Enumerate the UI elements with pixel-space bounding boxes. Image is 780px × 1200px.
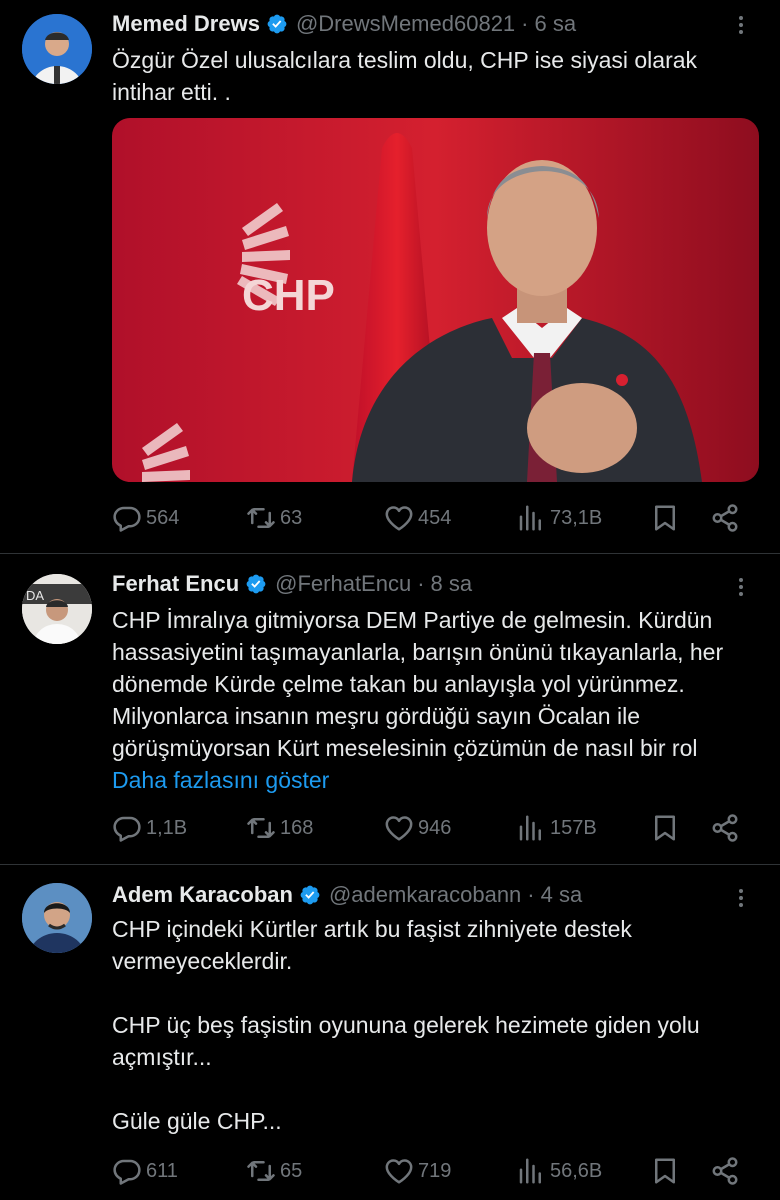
bookmark-icon <box>650 1156 680 1186</box>
repost-count: 63 <box>280 506 303 529</box>
photo-politician-speaking: CHP <box>112 118 759 482</box>
verified-badge-icon <box>245 573 267 595</box>
share-icon <box>710 1156 740 1186</box>
reply-button[interactable]: 564 <box>112 500 179 536</box>
tweet-actions: 1,1B 168 946 157B <box>112 810 752 846</box>
reply-count: 1,1B <box>146 816 188 839</box>
show-more-link[interactable]: Daha fazlasını göster <box>112 764 758 796</box>
timestamp[interactable]: 6 sa <box>535 11 577 37</box>
avatar[interactable]: DA <box>22 574 92 644</box>
tweet-3[interactable]: Adem Karacoban @ademkaracobann · 4 sa CH… <box>0 865 780 1200</box>
verified-badge-icon <box>299 884 321 906</box>
bookmark-icon <box>650 813 680 843</box>
separator-dot: · <box>527 882 535 907</box>
views-icon <box>516 1156 546 1186</box>
views-count: 157B <box>550 816 597 839</box>
tweet-paragraph-1: CHP içindeki Kürtler artık bu faşist zih… <box>112 916 632 974</box>
views-count: 56,6B <box>550 1159 603 1182</box>
like-icon <box>384 1156 414 1186</box>
timestamp[interactable]: 8 sa <box>431 571 473 597</box>
tweet-text-content: Özgür Özel ulusalcılara teslim oldu, CHP… <box>112 47 698 105</box>
tweet-text: CHP içindeki Kürtler artık bu faşist zih… <box>112 913 758 1137</box>
views-icon <box>516 813 546 843</box>
separator-dot: · <box>417 571 425 596</box>
avatar-backdrop-text: DA <box>26 588 44 603</box>
share-button[interactable] <box>710 1153 744 1189</box>
more-options-button[interactable] <box>728 574 754 600</box>
more-icon <box>729 13 753 37</box>
bookmark-button[interactable] <box>650 500 684 536</box>
like-button[interactable]: 719 <box>384 1153 451 1189</box>
avatar[interactable] <box>22 14 92 84</box>
views-button[interactable]: 157B <box>516 810 597 846</box>
bookmark-button[interactable] <box>650 1153 684 1189</box>
reply-icon <box>112 1156 142 1186</box>
author-handle[interactable]: @ademkaracobann <box>329 882 521 908</box>
tweet-header: Ferhat Encu @FerhatEncu · 8 sa <box>112 566 720 602</box>
views-button[interactable]: 56,6B <box>516 1153 602 1189</box>
separator-dot: · <box>521 11 529 36</box>
views-icon <box>516 503 546 533</box>
like-count: 454 <box>418 506 452 529</box>
repost-button[interactable]: 65 <box>246 1153 302 1189</box>
tweet-2[interactable]: DA Ferhat Encu @FerhatEncu · 8 sa CHP İm… <box>0 554 780 864</box>
share-icon <box>710 813 740 843</box>
author-name[interactable]: Memed Drews <box>112 11 260 37</box>
tweet-header: Memed Drews @DrewsMemed60821 · 6 sa <box>112 6 720 42</box>
bookmark-button[interactable] <box>650 810 684 846</box>
tweet-actions: 611 65 719 56,6B <box>112 1153 752 1189</box>
share-button[interactable] <box>710 500 744 536</box>
avatar-image: DA <box>22 574 92 644</box>
repost-count: 168 <box>280 816 314 839</box>
reply-count: 564 <box>146 506 180 529</box>
tweet-actions: 564 63 454 73,1B <box>112 500 752 536</box>
avatar[interactable] <box>22 883 92 953</box>
reply-count: 611 <box>146 1159 178 1182</box>
bookmark-icon <box>650 503 680 533</box>
like-icon <box>384 503 414 533</box>
more-icon <box>729 886 753 910</box>
tweet-text-content: CHP İmralıya gitmiyorsa DEM Partiye de g… <box>112 607 724 761</box>
media-chp-logo: CHP <box>242 271 335 320</box>
reply-icon <box>112 503 142 533</box>
timestamp[interactable]: 4 sa <box>541 882 583 908</box>
reply-button[interactable]: 1,1B <box>112 810 187 846</box>
repost-count: 65 <box>280 1159 303 1182</box>
like-count: 946 <box>418 816 452 839</box>
tweet-media-image[interactable]: CHP <box>112 118 759 482</box>
tweet-1[interactable]: Memed Drews @DrewsMemed60821 · 6 sa Özgü… <box>0 0 780 552</box>
like-icon <box>384 813 414 843</box>
tweet-text: Özgür Özel ulusalcılara teslim oldu, CHP… <box>112 44 758 108</box>
tweet-paragraph-2: CHP üç beş faşistin oyununa gelerek hezi… <box>112 1012 700 1070</box>
more-icon <box>729 575 753 599</box>
views-button[interactable]: 73,1B <box>516 500 602 536</box>
reply-icon <box>112 813 142 843</box>
like-button[interactable]: 946 <box>384 810 451 846</box>
more-options-button[interactable] <box>728 885 754 911</box>
tweet-header: Adem Karacoban @ademkaracobann · 4 sa <box>112 877 720 913</box>
verified-badge-icon <box>266 13 288 35</box>
repost-button[interactable]: 168 <box>246 810 313 846</box>
avatar-image <box>22 14 92 84</box>
share-button[interactable] <box>710 810 744 846</box>
repost-icon <box>246 813 276 843</box>
repost-button[interactable]: 63 <box>246 500 302 536</box>
more-options-button[interactable] <box>728 12 754 38</box>
views-count: 73,1B <box>550 506 603 529</box>
author-name[interactable]: Adem Karacoban <box>112 882 293 908</box>
like-button[interactable]: 454 <box>384 500 451 536</box>
repost-icon <box>246 1156 276 1186</box>
share-icon <box>710 503 740 533</box>
repost-icon <box>246 503 276 533</box>
reply-button[interactable]: 611 <box>112 1153 178 1189</box>
author-name[interactable]: Ferhat Encu <box>112 571 239 597</box>
avatar-image <box>22 883 92 953</box>
tweet-paragraph-3: Güle güle CHP... <box>112 1108 282 1134</box>
author-handle[interactable]: @DrewsMemed60821 <box>296 11 515 37</box>
tweet-text: CHP İmralıya gitmiyorsa DEM Partiye de g… <box>112 604 758 796</box>
like-count: 719 <box>418 1159 452 1182</box>
author-handle[interactable]: @FerhatEncu <box>275 571 411 597</box>
